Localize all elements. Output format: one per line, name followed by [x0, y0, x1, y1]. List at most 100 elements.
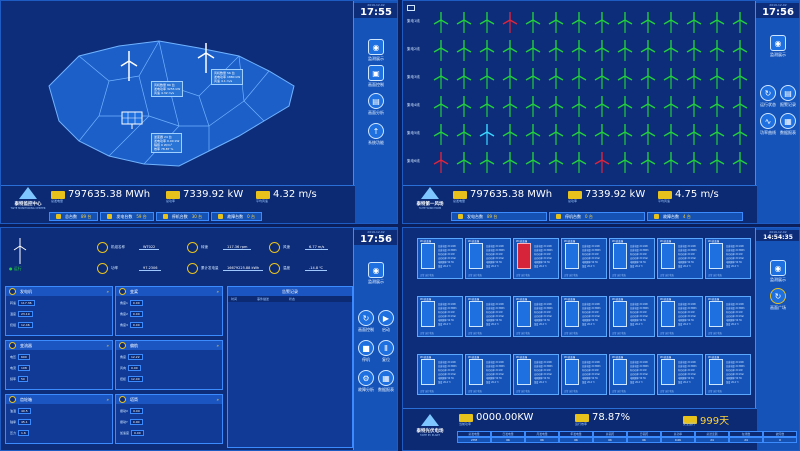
turbine-ok[interactable] — [454, 95, 474, 117]
solar-panel-icon[interactable] — [121, 111, 143, 129]
wind-turbine-icon[interactable] — [119, 51, 139, 81]
start-button[interactable]: ▶ 启动 — [377, 310, 395, 333]
inverter-card[interactable]: #1逆变器 日发电量 XX kWh 总发电量 XX MWh 有功功率 XX kW 无功功… — [657, 354, 703, 395]
panel-header[interactable]: 变桨» — [116, 287, 222, 296]
inverter-card[interactable]: #1逆变器 日发电量 XX kWh 总发电量 XX MWh 有功功率 XX kW 无功功… — [705, 238, 751, 279]
turbine-idle[interactable] — [477, 123, 497, 145]
inverter-card[interactable]: #1逆变器 日发电量 XX kWh 总发电量 XX MWh 有功功率 XX kW 无功功… — [417, 354, 463, 395]
turbine-ok[interactable] — [431, 39, 451, 61]
turbine-ok[interactable] — [592, 123, 612, 145]
turbine-ok[interactable] — [546, 123, 566, 145]
power-curve-button[interactable]: ∿ 功率曲线 — [759, 113, 777, 136]
reset-button[interactable]: Ⅱ 复位 — [377, 340, 395, 363]
turbine-ok[interactable] — [477, 11, 497, 33]
turbine-ok[interactable] — [592, 67, 612, 89]
tab-fault[interactable]: 故障台数 4 台 — [647, 212, 743, 221]
screen-square-button[interactable]: ↻ 画面广场 — [763, 288, 793, 311]
inverter-card[interactable]: #1逆变器 日发电量 XX kWh 总发电量 XX MWh 有功功率 XX kW 无功功… — [561, 354, 607, 395]
turbine-ok[interactable] — [569, 11, 589, 33]
turbine-ok[interactable] — [730, 123, 750, 145]
turbine-ok[interactable] — [523, 11, 543, 33]
inverter-card[interactable]: #1逆变器 日发电量 XX kWh 总发电量 XX MWh 有功功率 XX kW 无功功… — [513, 238, 559, 279]
inverter-card[interactable]: #1逆变器 日发电量 XX kWh 总发电量 XX MWh 有功功率 XX kW 无功功… — [465, 296, 511, 337]
chevron-right-icon[interactable]: » — [107, 343, 109, 348]
turbine-ok[interactable] — [454, 39, 474, 61]
screen-analysis-button[interactable]: ▤ 画面分析 — [361, 93, 391, 116]
screen-control-button[interactable]: ↻ 画面控制 — [357, 310, 375, 333]
turbine-ok[interactable] — [454, 67, 474, 89]
tab-stopped[interactable]: 停机台数 0 台 — [549, 212, 645, 221]
inverter-card[interactable]: #1逆变器 日发电量 XX kWh 总发电量 XX MWh 有功功率 XX kW 无功功… — [705, 296, 751, 337]
inverter-card[interactable]: #1逆变器 日发电量 XX kWh 总发电量 XX MWh 有功功率 XX kW 无功功… — [609, 354, 655, 395]
tab-fault[interactable]: 故障台数 0 台 — [211, 212, 262, 221]
chevron-right-icon[interactable]: » — [217, 397, 219, 402]
turbine-ok[interactable] — [546, 39, 566, 61]
turbine-ok[interactable] — [638, 11, 658, 33]
turbine-ok[interactable] — [546, 95, 566, 117]
monitor-button[interactable]: ◉ 监测展示 — [763, 35, 793, 58]
monitor-button[interactable]: ◉ 监测展示 — [361, 39, 391, 62]
turbine-ok[interactable] — [523, 39, 543, 61]
inverter-card[interactable]: #1逆变器 日发电量 XX kWh 总发电量 XX MWh 有功功率 XX kW 无功功… — [657, 238, 703, 279]
turbine-ok[interactable] — [431, 11, 451, 33]
run-status-button[interactable]: ↻ 运行状态 — [759, 85, 777, 108]
data-report-button[interactable]: ▦ 数据报表 — [377, 370, 395, 393]
turbine-ok[interactable] — [684, 11, 704, 33]
turbine-fault[interactable] — [592, 151, 612, 173]
turbine-ok[interactable] — [523, 151, 543, 173]
turbine-ok[interactable] — [592, 11, 612, 33]
system-button[interactable]: ↑ 系统功能 — [361, 123, 391, 146]
turbine-ok[interactable] — [615, 123, 635, 145]
turbine-ok[interactable] — [454, 123, 474, 145]
turbine-ok[interactable] — [661, 151, 681, 173]
turbine-ok[interactable] — [638, 67, 658, 89]
panel-header[interactable]: 塔筒» — [116, 395, 222, 404]
turbine-ok[interactable] — [638, 39, 658, 61]
turbine-ok[interactable] — [730, 67, 750, 89]
turbine-ok[interactable] — [431, 67, 451, 89]
turbine-ok[interactable] — [477, 151, 497, 173]
turbine-ok[interactable] — [615, 151, 635, 173]
turbine-ok[interactable] — [707, 67, 727, 89]
turbine-ok[interactable] — [707, 151, 727, 173]
turbine-ok[interactable] — [707, 123, 727, 145]
chevron-right-icon[interactable]: » — [107, 289, 109, 294]
screen-control-button[interactable]: ▣ 画面控制 — [361, 65, 391, 88]
turbine-ok[interactable] — [477, 39, 497, 61]
chevron-right-icon[interactable]: » — [217, 343, 219, 348]
inverter-card[interactable]: #1逆变器 日发电量 XX kWh 总发电量 XX MWh 有功功率 XX kW 无功功… — [705, 354, 751, 395]
turbine-ok[interactable] — [661, 11, 681, 33]
turbine-ok[interactable] — [431, 95, 451, 117]
inverter-card[interactable]: #1逆变器 日发电量 XX kWh 总发电量 XX MWh 有功功率 XX kW 无功功… — [417, 238, 463, 279]
turbine-ok[interactable] — [569, 39, 589, 61]
turbine-ok[interactable] — [684, 95, 704, 117]
tab-running[interactable]: 发电台数 59 台 — [100, 212, 154, 221]
turbine-fault[interactable] — [431, 151, 451, 173]
data-report-button[interactable]: ▦ 数据报表 — [779, 113, 797, 136]
panel-header[interactable]: 发电机» — [6, 287, 112, 296]
turbine-ok[interactable] — [500, 95, 520, 117]
chevron-right-icon[interactable]: » — [107, 397, 109, 402]
turbine-ok[interactable] — [500, 123, 520, 145]
turbine-ok[interactable] — [684, 67, 704, 89]
turbine-ok[interactable] — [569, 123, 589, 145]
turbine-ok[interactable] — [592, 39, 612, 61]
turbine-ok[interactable] — [500, 39, 520, 61]
turbine-ok[interactable] — [707, 39, 727, 61]
inverter-card[interactable]: #1逆变器 日发电量 XX kWh 总发电量 XX MWh 有功功率 XX kW 无功功… — [513, 354, 559, 395]
turbine-ok[interactable] — [454, 151, 474, 173]
turbine-ok[interactable] — [500, 151, 520, 173]
inverter-card[interactable]: #1逆变器 日发电量 XX kWh 总发电量 XX MWh 有功功率 XX kW 无功功… — [609, 238, 655, 279]
tab-stopped[interactable]: 停机台数 30 台 — [155, 212, 210, 221]
inverter-card[interactable]: #1逆变器 日发电量 XX kWh 总发电量 XX MWh 有功功率 XX kW 无功功… — [561, 238, 607, 279]
turbine-ok[interactable] — [546, 11, 566, 33]
turbine-ok[interactable] — [707, 11, 727, 33]
tab-running[interactable]: 发电台数 89 台 — [451, 212, 547, 221]
inverter-card[interactable]: #1逆变器 日发电量 XX kWh 总发电量 XX MWh 有功功率 XX kW 无功功… — [561, 296, 607, 337]
turbine-ok[interactable] — [730, 95, 750, 117]
turbine-ok[interactable] — [730, 11, 750, 33]
monitor-button[interactable]: ◉ 监测展示 — [361, 262, 391, 285]
turbine-ok[interactable] — [730, 151, 750, 173]
inverter-card[interactable]: #1逆变器 日发电量 XX kWh 总发电量 XX MWh 有功功率 XX kW 无功功… — [465, 354, 511, 395]
turbine-ok[interactable] — [500, 67, 520, 89]
